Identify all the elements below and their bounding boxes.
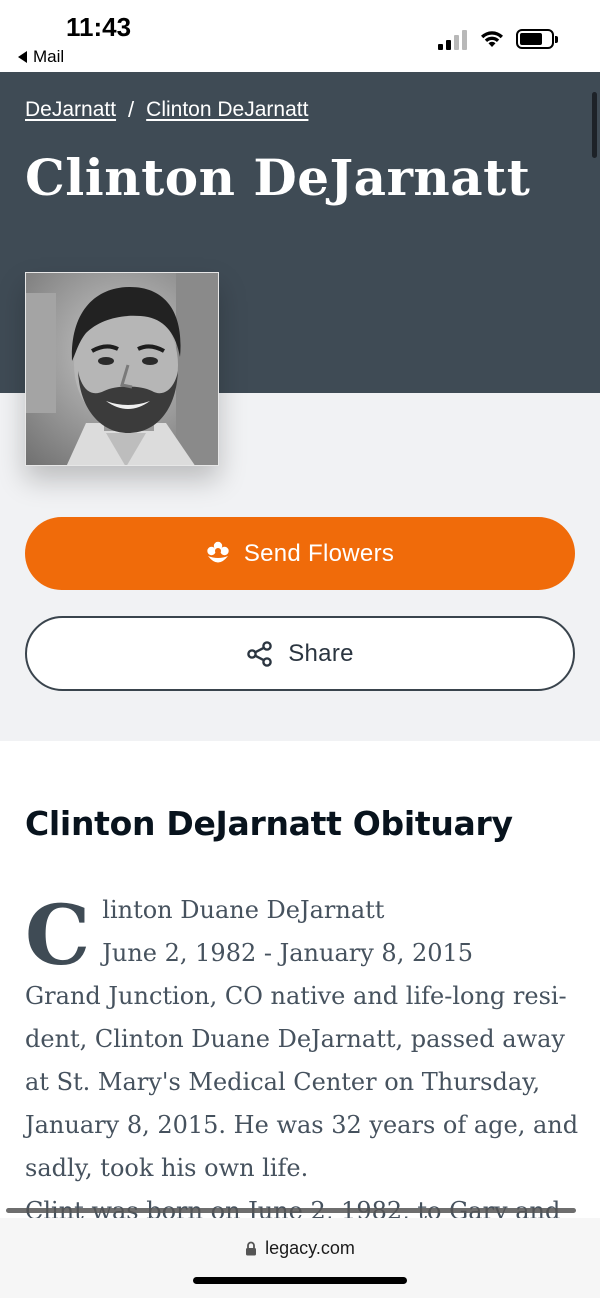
share-icon: [247, 640, 273, 667]
share-label: Share: [288, 639, 354, 667]
breadcrumb-link-dejarnatt[interactable]: DeJarnatt: [25, 98, 116, 122]
back-label: Mail: [33, 47, 65, 66]
breadcrumb-separator: /: [128, 97, 135, 122]
page-title: Clinton DeJarnatt: [25, 148, 531, 207]
flower-icon: [207, 541, 229, 562]
drop-cap: C: [25, 888, 91, 984]
toolbar-divider: [6, 1208, 576, 1213]
wifi-icon: [481, 31, 503, 47]
back-to-mail[interactable]: Mail: [18, 47, 64, 67]
status-bar: 11:43 Mail: [0, 0, 600, 72]
send-flowers-button[interactable]: Send Flowers: [25, 517, 575, 590]
obituary-heading: Clinton DeJarnatt Obituary: [25, 804, 513, 843]
obituary-paragraph-1: Grand Junction, CO native and life-long …: [25, 982, 579, 1182]
obituary-paragraph-2: Clint was born on June 2, 1982, to Gary …: [25, 1190, 580, 1218]
portrait-photo: [25, 272, 219, 466]
obituary-name-line: linton Duane DeJarnatt: [102, 896, 385, 924]
breadcrumb: DeJarnatt / Clinton DeJarnatt: [25, 97, 308, 123]
url-text: legacy.com: [265, 1238, 355, 1258]
back-arrow-icon: [18, 51, 27, 63]
obituary-section: Clinton DeJarnatt Obituary C linton Duan…: [0, 741, 600, 1218]
scroll-indicator: [592, 92, 597, 158]
breadcrumb-link-clinton[interactable]: Clinton DeJarnatt: [146, 98, 308, 122]
share-button[interactable]: Share: [25, 616, 575, 691]
lock-icon: [246, 1241, 257, 1256]
send-flowers-label: Send Flowers: [243, 539, 395, 567]
obituary-dates-line: June 2, 1982 - January 8, 2015: [102, 939, 474, 967]
address-bar[interactable]: legacy.com: [0, 1238, 600, 1259]
obituary-text: C linton Duane DeJarnatt June 2, 1982 - …: [25, 889, 580, 1218]
battery-icon: [516, 29, 558, 49]
signal-icon: [438, 30, 467, 50]
home-indicator[interactable]: [193, 1277, 407, 1284]
status-time: 11:43: [66, 12, 132, 42]
